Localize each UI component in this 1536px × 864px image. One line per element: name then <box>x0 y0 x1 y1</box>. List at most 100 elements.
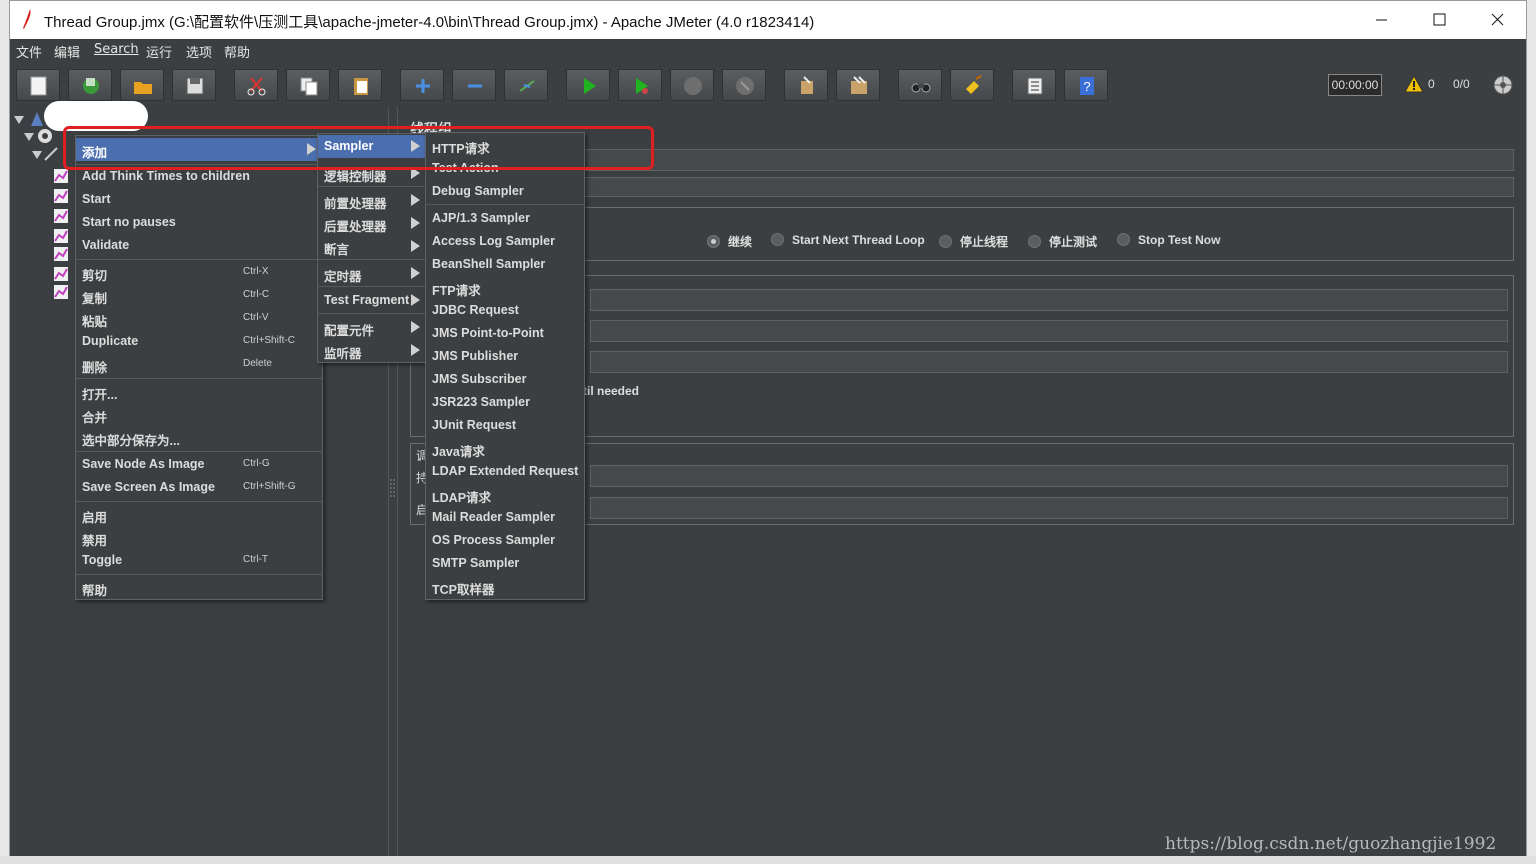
context-menu: 添加 Add Think Times to children Start Sta… <box>75 135 323 600</box>
save-button[interactable] <box>172 69 216 101</box>
sampler-java-request[interactable]: Java请求 <box>426 437 584 460</box>
submenu-item-test-fragment[interactable]: Test Fragment <box>318 289 426 312</box>
maximize-button[interactable] <box>1416 7 1462 33</box>
menu-item-start-no-pauses[interactable]: Start no pauses <box>76 211 322 234</box>
sampler-beanshell[interactable]: BeanShell Sampler <box>426 253 584 276</box>
jmeter-window: Thread Group.jmx (G:\配置软件\压测工具\apache-jm… <box>9 0 1527 858</box>
start-button[interactable] <box>566 69 610 101</box>
sampler-ldap[interactable]: LDAP请求 <box>426 483 584 506</box>
help-button[interactable]: ? <box>1064 69 1108 101</box>
radio-start-next-thread-loop[interactable]: Start Next Thread Loop <box>771 233 925 247</box>
copy-button[interactable] <box>286 69 330 101</box>
reset-search-button[interactable] <box>950 69 994 101</box>
search-button[interactable] <box>898 69 942 101</box>
menu-search[interactable]: Search <box>94 42 139 57</box>
expand-all-button[interactable] <box>400 69 444 101</box>
menu-item-cut[interactable]: 剪切 Ctrl-X <box>76 261 322 284</box>
sampler-ftp[interactable]: FTP请求 <box>426 276 584 299</box>
radio-label: 停止线程 <box>960 235 1009 249</box>
sampler-mail-reader[interactable]: Mail Reader Sampler <box>426 506 584 529</box>
sampler-ajp[interactable]: AJP/1.3 Sampler <box>426 207 584 230</box>
submenu-item-post-processor[interactable]: 后置处理器 <box>318 212 426 235</box>
shutdown-button[interactable] <box>722 69 766 101</box>
menu-item-delete[interactable]: 删除 Delete <box>76 353 322 376</box>
menu-item-open[interactable]: 打开... <box>76 380 322 403</box>
expand-arrow-icon[interactable] <box>14 115 24 125</box>
function-helper-button[interactable] <box>1012 69 1056 101</box>
radio-icon <box>939 235 952 248</box>
cut-button[interactable] <box>234 69 278 101</box>
loop-count-field[interactable] <box>590 351 1508 373</box>
sampler-smtp[interactable]: SMTP Sampler <box>426 552 584 575</box>
collapse-all-button[interactable] <box>452 69 496 101</box>
radio-stop-test[interactable]: 停止测试 <box>1028 233 1097 250</box>
expand-arrow-icon[interactable] <box>32 150 42 160</box>
menu-item-disable[interactable]: 禁用 <box>76 526 322 549</box>
close-button[interactable] <box>1474 7 1520 33</box>
startup-delay-field[interactable] <box>590 497 1508 519</box>
radio-stop-thread[interactable]: 停止线程 <box>939 233 1008 250</box>
menu-item-help[interactable]: 帮助 <box>76 576 322 599</box>
menu-item-save-node-as-image[interactable]: Save Node As Image Ctrl-G <box>76 453 322 476</box>
new-button[interactable] <box>16 69 60 101</box>
sampler-jsr223[interactable]: JSR223 Sampler <box>426 391 584 414</box>
sampler-junit[interactable]: JUnit Request <box>426 414 584 437</box>
menu-item-enable[interactable]: 启用 <box>76 503 322 526</box>
ramp-up-field[interactable] <box>590 320 1508 342</box>
duration-field[interactable] <box>590 465 1508 487</box>
menu-edit[interactable]: 编辑 <box>54 42 80 61</box>
sampler-jms-publisher[interactable]: JMS Publisher <box>426 345 584 368</box>
menu-help[interactable]: 帮助 <box>224 42 250 61</box>
toggle-button[interactable] <box>504 69 548 101</box>
minimize-icon <box>1376 19 1387 21</box>
start-no-pauses-button[interactable] <box>618 69 662 101</box>
sampler-jms-subscriber[interactable]: JMS Subscriber <box>426 368 584 391</box>
submenu-item-timer[interactable]: 定时器 <box>318 262 426 285</box>
menu-item-paste[interactable]: 粘贴 Ctrl-V <box>76 307 322 330</box>
sampler-access-log[interactable]: Access Log Sampler <box>426 230 584 253</box>
stop-button[interactable] <box>670 69 714 101</box>
submenu-item-assertion[interactable]: 断言 <box>318 235 426 258</box>
thread-count-field[interactable] <box>590 289 1508 311</box>
menu-item-validate[interactable]: Validate <box>76 234 322 257</box>
radio-label: Start Next Thread Loop <box>792 233 925 247</box>
clear-button[interactable] <box>784 69 828 101</box>
sampler-ldap-extended[interactable]: LDAP Extended Request <box>426 460 584 483</box>
sampler-tcp[interactable]: TCP取样器 <box>426 575 584 598</box>
menu-item-copy[interactable]: 复制 Ctrl-C <box>76 284 322 307</box>
menu-file[interactable]: 文件 <box>16 42 42 61</box>
highlight-annotation <box>63 126 654 170</box>
radio-continue[interactable]: 继续 <box>707 233 752 250</box>
menu-item-save-selection-as[interactable]: 选中部分保存为... <box>76 426 322 449</box>
watermark: https://blog.csdn.net/guozhangjie1992 <box>1165 834 1497 854</box>
templates-button[interactable] <box>68 69 112 101</box>
paste-button[interactable] <box>338 69 382 101</box>
sampler-os-process[interactable]: OS Process Sampler <box>426 529 584 552</box>
submenu-item-config-element[interactable]: 配置元件 <box>318 316 426 339</box>
copy-icon <box>300 77 318 96</box>
menu-item-start[interactable]: Start <box>76 188 322 211</box>
warning-icon[interactable] <box>1404 75 1424 93</box>
remote-status-icon <box>1493 75 1513 95</box>
clear-all-button[interactable] <box>836 69 880 101</box>
submenu-item-pre-processor[interactable]: 前置处理器 <box>318 189 426 212</box>
shutdown-icon <box>736 77 754 95</box>
menu-item-merge[interactable]: 合并 <box>76 403 322 426</box>
listener-icon <box>54 189 68 203</box>
menu-run[interactable]: 运行 <box>146 42 172 61</box>
menu-item-toggle[interactable]: Toggle Ctrl-T <box>76 549 322 572</box>
expand-arrow-icon[interactable] <box>24 132 34 142</box>
cut-icon <box>247 77 266 96</box>
submenu-item-listener[interactable]: 监听器 <box>318 339 426 362</box>
sampler-jms-p2p[interactable]: JMS Point-to-Point <box>426 322 584 345</box>
radio-stop-test-now[interactable]: Stop Test Now <box>1117 233 1220 247</box>
function-helper-icon <box>1027 77 1043 95</box>
sampler-jdbc[interactable]: JDBC Request <box>426 299 584 322</box>
listener-icon <box>54 229 68 243</box>
minimize-button[interactable] <box>1358 7 1404 33</box>
menu-options[interactable]: 选项 <box>186 42 212 61</box>
open-button[interactable] <box>120 69 164 101</box>
menu-item-duplicate[interactable]: Duplicate Ctrl+Shift-C <box>76 330 322 353</box>
sampler-debug[interactable]: Debug Sampler <box>426 180 584 203</box>
menu-item-save-screen-as-image[interactable]: Save Screen As Image Ctrl+Shift-G <box>76 476 322 499</box>
